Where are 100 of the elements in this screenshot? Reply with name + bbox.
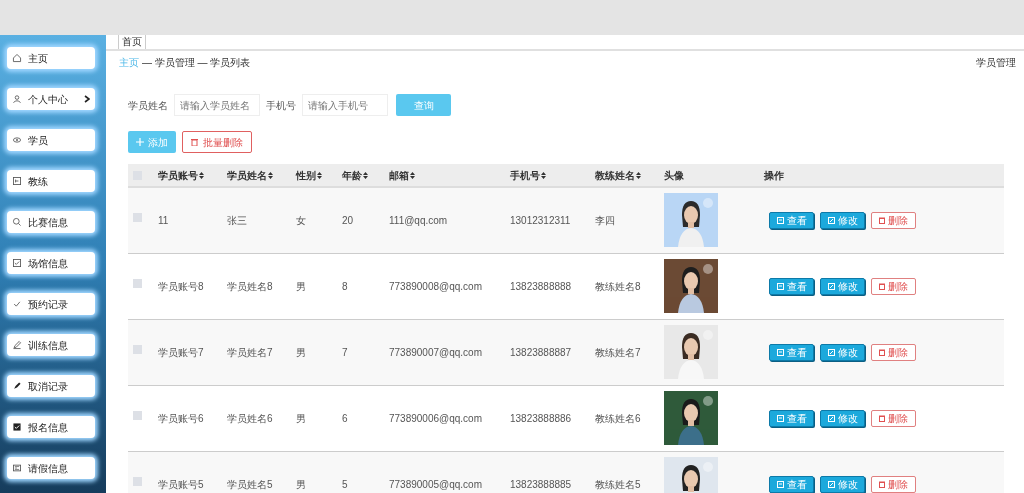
table-cell-text: 6	[342, 412, 348, 426]
checkbox[interactable]	[133, 477, 142, 486]
search-field[interactable]: 请输入手机号	[302, 94, 388, 116]
checkbox[interactable]	[133, 411, 142, 420]
tab[interactable]: 首页	[118, 35, 146, 49]
column-header[interactable]: 邮箱	[389, 167, 415, 183]
table-cell-text: 773890007@qq.com	[389, 346, 482, 360]
column-header[interactable]: 学员账号	[158, 167, 204, 183]
table-cell-text: 男	[296, 280, 306, 294]
column-header[interactable]: 学员姓名	[227, 167, 273, 183]
table-cell-text: 学员姓名7	[227, 346, 273, 360]
column-header[interactable]: 教练姓名	[595, 167, 641, 183]
sidebar-item[interactable]: 比赛信息	[7, 211, 95, 233]
table-cell-text: 教练姓名5	[595, 478, 641, 492]
table-cell-text: 教练姓名6	[595, 412, 641, 426]
checkbox[interactable]	[133, 213, 142, 222]
trash-icon	[879, 415, 885, 422]
table-cell-text: 11	[158, 214, 169, 228]
plus-icon	[136, 138, 144, 146]
trash-icon	[879, 283, 885, 290]
table-cell-text: 学员账号5	[158, 478, 204, 492]
breadcrumb-text: — 学员管理 — 学员列表	[142, 56, 251, 70]
delete-button[interactable]: 删除	[871, 476, 916, 493]
sort-icon	[317, 171, 322, 179]
table-cell-text: 男	[296, 412, 306, 426]
table-cell-text: 李四	[595, 214, 615, 228]
table-cell-text: 学员姓名5	[227, 478, 273, 492]
eye-icon	[12, 135, 22, 145]
table-cell-text: 男	[296, 478, 306, 492]
table-cell-text: 773890005@qq.com	[389, 478, 482, 492]
home-icon	[12, 53, 22, 63]
sidebar-item[interactable]: 取消记录	[7, 375, 95, 397]
table-cell-text: 8	[342, 280, 348, 294]
pen-icon	[12, 340, 22, 350]
document-icon	[776, 283, 784, 290]
column-header[interactable]: 性别	[296, 167, 322, 183]
checkbox[interactable]	[133, 279, 142, 288]
edit-icon	[827, 217, 835, 224]
edit-icon	[827, 283, 835, 290]
sidebar-item[interactable]: 学员	[7, 129, 95, 151]
table-cell-text: 13012312311	[510, 214, 571, 228]
sidebar-item[interactable]: 训练信息	[7, 334, 95, 356]
trash-icon	[879, 349, 885, 356]
sidebar-item[interactable]: 预约记录	[7, 293, 95, 315]
delete-button[interactable]: 删除	[871, 212, 916, 229]
sidebar-item[interactable]: 场馆信息	[7, 252, 95, 274]
search-icon	[12, 217, 22, 227]
edit-icon	[827, 349, 835, 356]
sort-icon	[410, 171, 415, 179]
table-cell-text: 张三	[227, 214, 247, 228]
delete-button[interactable]: 删除	[871, 278, 916, 295]
field-label: 学员姓名	[128, 98, 168, 113]
sort-icon	[636, 171, 641, 179]
newspaper-icon	[12, 463, 22, 473]
sidebar-item[interactable]: 教练	[7, 170, 95, 192]
checkbox[interactable]	[133, 345, 142, 354]
edit-icon	[827, 481, 835, 488]
table-cell-text: 学员账号8	[158, 280, 204, 294]
table-cell-text: 学员姓名8	[227, 280, 273, 294]
user-icon	[12, 94, 22, 104]
document-icon	[776, 481, 784, 488]
trash-icon	[191, 138, 198, 146]
document-icon	[776, 217, 784, 224]
sort-icon	[199, 171, 204, 179]
board-icon	[12, 176, 22, 186]
table-cell-text: 7	[342, 346, 348, 360]
document-icon	[776, 415, 784, 422]
table-cell-text: 13823888888	[510, 280, 572, 294]
column-header[interactable]: 年龄	[342, 167, 368, 183]
table-cell-text: 13823888887	[510, 346, 572, 360]
edit-icon	[827, 415, 835, 422]
table-cell-text: 5	[342, 478, 348, 492]
checked-box-icon	[12, 422, 22, 432]
table-cell-text: 13823888886	[510, 412, 572, 426]
table-cell-text: 773890006@qq.com	[389, 412, 482, 426]
search-field[interactable]: 请输入学员姓名	[174, 94, 260, 116]
table-cell-text: 教练姓名7	[595, 346, 641, 360]
sort-icon	[363, 171, 368, 179]
sort-icon	[268, 171, 273, 179]
batch-delete-button[interactable]: 批量删除	[182, 131, 252, 153]
delete-button[interactable]: 删除	[871, 410, 916, 427]
table-cell-text: 学员账号7	[158, 346, 204, 360]
page-title: 学员管理	[976, 56, 1016, 70]
table-cell-text: 学员姓名6	[227, 412, 273, 426]
trash-icon	[879, 481, 885, 488]
sidebar-item[interactable]: 请假信息	[7, 457, 95, 479]
table-cell-text: 男	[296, 346, 306, 360]
column-header[interactable]: 手机号	[510, 167, 546, 183]
sidebar-item[interactable]: 个人中心	[7, 88, 95, 110]
table-cell-text: 教练姓名8	[595, 280, 641, 294]
sidebar-item[interactable]: 报名信息	[7, 416, 95, 438]
delete-button[interactable]: 删除	[871, 344, 916, 361]
table-cell-text: 女	[296, 214, 306, 228]
table-cell-text: 学员账号6	[158, 412, 204, 426]
column-header: 操作	[764, 168, 784, 183]
sidebar-item[interactable]: 主页	[7, 47, 95, 69]
document-icon	[776, 349, 784, 356]
column-header: 头像	[664, 168, 684, 183]
table-cell-text: 111@qq.com	[389, 214, 448, 228]
table-cell-text: 13823888885	[510, 478, 572, 492]
